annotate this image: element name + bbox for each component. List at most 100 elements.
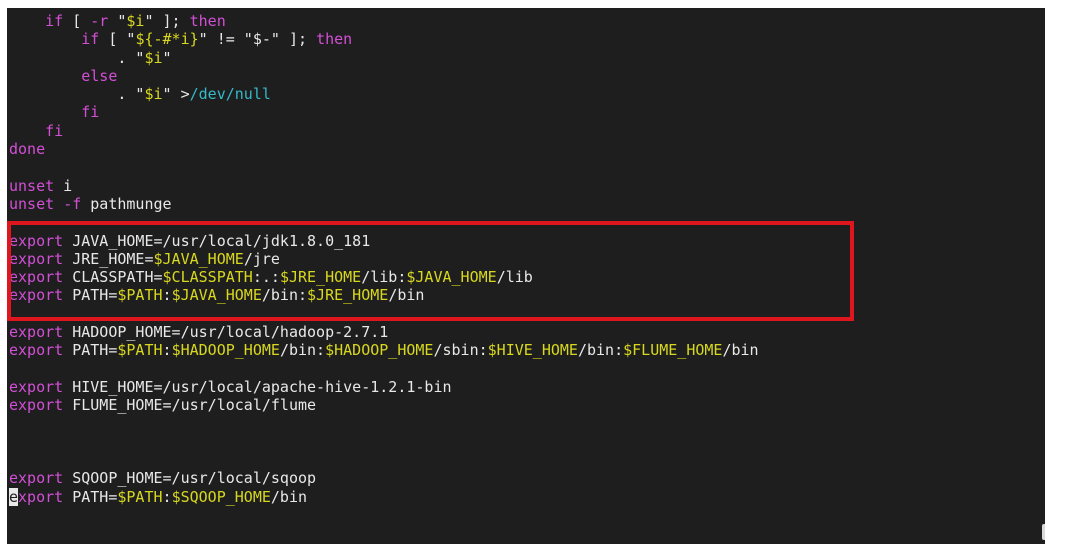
code-line: unset -f pathmunge — [9, 195, 759, 213]
code-token: $JRE_HOME — [307, 286, 389, 305]
code-token: JRE_HOME= — [63, 249, 154, 268]
code-line: fi — [9, 103, 759, 121]
code-token: /bin — [722, 341, 759, 360]
code-token: /lib: — [361, 268, 407, 287]
code-token: fi — [81, 103, 100, 122]
code-token: " — [162, 48, 172, 67]
code-token: export — [9, 249, 64, 268]
code-token: $JAVA_HOME — [153, 249, 244, 268]
code-token: . " — [9, 85, 145, 104]
code-token: export — [9, 231, 64, 250]
code-line: . "$i" >/dev/null — [9, 85, 759, 103]
code-token: /sbin: — [433, 341, 488, 360]
code-token: $PATH — [117, 286, 163, 305]
code-token: /bin — [270, 487, 308, 506]
code-token: export — [9, 286, 64, 305]
code-lines: if [ -r "$i" ]; then if [ "${-#*i}" != "… — [9, 12, 759, 506]
code-line: export HADOOP_HOME=/usr/local/hadoop-2.7… — [9, 323, 759, 341]
code-token: -r — [90, 12, 109, 30]
code-line: export FLUME_HOME=/usr/local/flume — [9, 396, 759, 414]
code-token: $i — [144, 48, 163, 67]
code-token: ${-#*i} — [135, 30, 199, 49]
code-line: export PATH=$PATH:$HADOOP_HOME/bin:$HADO… — [9, 341, 759, 359]
code-token: then — [189, 12, 226, 30]
code-token: /dev/null — [189, 85, 271, 104]
code-token: $i — [126, 12, 145, 30]
code-token: $HADOOP_HOME — [325, 341, 434, 360]
code-token: CLASSPATH= — [63, 268, 163, 287]
code-token: export — [9, 377, 64, 396]
code-line: export SQOOP_HOME=/usr/local/sqoop — [9, 469, 759, 487]
code-token: $PATH — [117, 487, 163, 506]
scrollbar-thumb[interactable] — [1042, 524, 1045, 540]
code-token: [ " — [99, 30, 136, 49]
code-token: [ — [63, 12, 91, 30]
terminal-editor[interactable]: if [ -r "$i" ]; then if [ "${-#*i}" != "… — [7, 8, 1045, 544]
code-token: : — [162, 487, 172, 506]
code-token: /lib — [496, 268, 533, 287]
code-line: fi — [9, 122, 759, 140]
code-line: export PATH=$PATH:$SQOOP_HOME/bin — [9, 487, 759, 506]
code-token: unset — [9, 194, 55, 213]
code-token: HIVE_HOME=/usr/local/apache-hive-1.2.1-b… — [63, 377, 452, 396]
code-token: . " — [9, 48, 145, 67]
code-token: pathmunge — [81, 194, 172, 213]
code-token: export — [9, 396, 64, 415]
code-line: if [ -r "$i" ]; then — [9, 12, 759, 30]
code-token: " > — [162, 85, 190, 104]
code-token: HADOOP_HOME=/usr/local/hadoop-2.7.1 — [63, 323, 389, 342]
code-token: export — [9, 268, 64, 287]
code-token: -f — [63, 194, 82, 213]
code-line: else — [9, 67, 759, 85]
code-token: /bin: — [577, 341, 624, 360]
code-token: " ]; — [144, 12, 190, 30]
code-token: $HIVE_HOME — [487, 341, 578, 360]
code-token: FLUME_HOME=/usr/local/flume — [63, 396, 317, 415]
code-token: i — [54, 176, 73, 195]
code-token: export — [9, 469, 64, 488]
code-token: xport — [18, 487, 64, 506]
code-token: $PATH — [117, 341, 163, 360]
code-token: :.: — [252, 268, 280, 287]
code-token: $HADOOP_HOME — [171, 341, 280, 360]
code-token: $JRE_HOME — [279, 268, 362, 287]
code-line: . "$i" — [9, 49, 759, 67]
code-line: if [ "${-#*i}" != "$-" ]; then — [9, 30, 759, 48]
code-line: unset i — [9, 177, 759, 195]
code-token: if — [45, 12, 64, 30]
text-cursor: e — [9, 487, 19, 506]
code-token: $SQOOP_HOME — [171, 487, 271, 506]
code-line: export CLASSPATH=$CLASSPATH:.:$JRE_HOME/… — [9, 268, 759, 286]
code-token: PATH= — [63, 286, 118, 305]
code-token: fi — [45, 121, 64, 140]
code-token: $JAVA_HOME — [406, 268, 497, 287]
code-token: PATH= — [63, 341, 118, 360]
code-token: unset — [9, 176, 55, 195]
code-token: /jre — [243, 249, 280, 268]
code-token: $i — [144, 85, 163, 104]
code-token: then — [316, 30, 353, 49]
code-token: PATH= — [63, 487, 118, 506]
code-token: " — [108, 12, 127, 30]
code-token: SQOOP_HOME=/usr/local/sqoop — [63, 469, 317, 488]
code-line: export JRE_HOME=$JAVA_HOME/jre — [9, 250, 759, 268]
code-line: export PATH=$PATH:$JAVA_HOME/bin:$JRE_HO… — [9, 286, 759, 304]
code-token: /bin: — [279, 341, 326, 360]
code-token: done — [9, 140, 46, 159]
code-token: $FLUME_HOME — [623, 341, 723, 360]
code-token: : — [162, 286, 172, 305]
code-token: export — [9, 341, 64, 360]
code-token: export — [9, 323, 64, 342]
